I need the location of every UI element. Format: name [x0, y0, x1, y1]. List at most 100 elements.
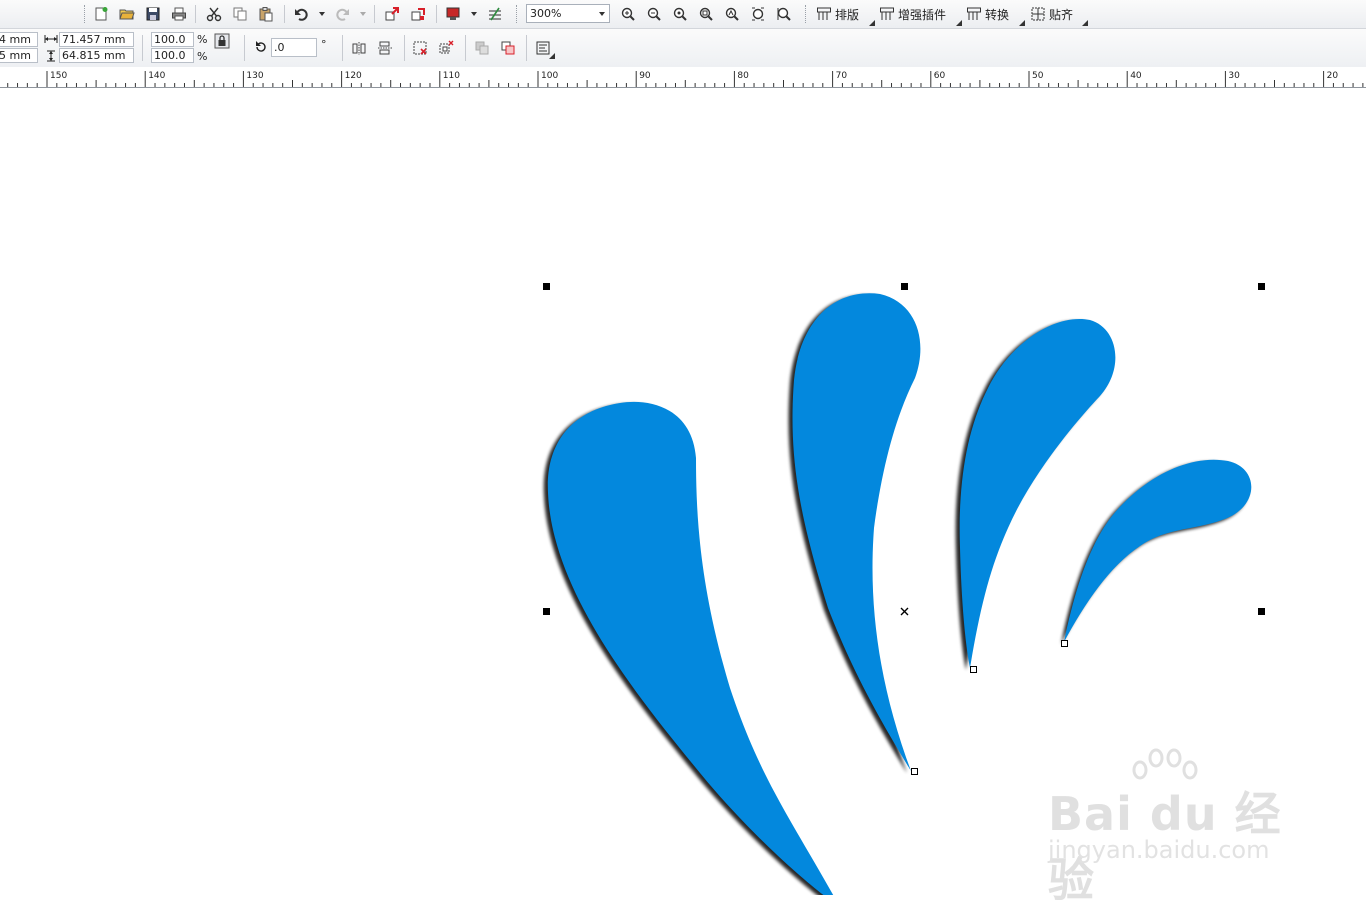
zoom-height-icon	[777, 7, 791, 21]
zoom-level-select[interactable]: 300%	[526, 4, 610, 23]
menu-corner-icon	[549, 53, 555, 59]
copy-button[interactable]	[230, 4, 250, 24]
baidu-jingyan-watermark: Bai du 经验 jingyan.baidu.com	[1044, 748, 1300, 907]
rotate-icon	[256, 41, 266, 52]
redo-button[interactable]	[332, 4, 352, 24]
save-icon	[146, 7, 160, 21]
separator	[342, 35, 343, 61]
folder-open-icon	[119, 9, 135, 20]
drop-shape-tiny[interactable]	[1064, 459, 1252, 642]
group-icon	[413, 41, 427, 55]
chevron-down-icon	[599, 12, 605, 16]
export-icon	[411, 8, 425, 21]
zoom-page-height-button[interactable]	[774, 4, 794, 24]
redo-dropdown-icon[interactable]	[360, 12, 366, 16]
selection-handle-middle-left[interactable]	[543, 608, 550, 615]
ruler-label: 60	[934, 71, 946, 81]
horizontal-ruler[interactable]: 150 140 130 120 110 100 90 80 70 60 50 40 30 20	[0, 67, 1366, 88]
ruler-label: 150	[50, 71, 67, 81]
zoom-page-width-button[interactable]	[748, 4, 768, 24]
zoom-selected-icon	[673, 7, 687, 21]
group-button[interactable]	[410, 38, 430, 58]
drawing-canvas[interactable]: Bai du 经验 jingyan.baidu.com	[0, 88, 1366, 907]
toolbar-grip[interactable]	[84, 5, 87, 23]
menu-enhance-plugins-label: 增强插件	[898, 7, 947, 22]
combine-button[interactable]	[472, 38, 492, 58]
separator	[465, 35, 466, 61]
drop-shape-medium[interactable]	[792, 293, 921, 771]
save-button[interactable]	[143, 4, 163, 24]
zoom-selected-button[interactable]	[670, 4, 690, 24]
selection-handle-top-center[interactable]	[901, 283, 908, 290]
ruler-label: 120	[345, 71, 362, 81]
zoom-page-button[interactable]	[722, 4, 742, 24]
menu-layout-label: 排版	[835, 7, 860, 22]
path-node[interactable]	[970, 666, 977, 673]
toolbar-grip[interactable]	[805, 5, 808, 23]
undo-button[interactable]	[292, 4, 312, 24]
ungroup-button[interactable]	[436, 38, 456, 58]
break-apart-icon	[501, 41, 515, 55]
rotation-angle-field[interactable]: .0	[271, 38, 317, 57]
launcher-dropdown-icon[interactable]	[471, 12, 477, 16]
ruler-label: 140	[148, 71, 165, 81]
selection-center-marker[interactable]	[900, 607, 909, 616]
mirror-vertical-button[interactable]	[375, 38, 395, 58]
drop-shape-small[interactable]	[959, 318, 1116, 668]
undo-icon	[295, 8, 308, 21]
zoom-all-objects-button[interactable]	[696, 4, 716, 24]
export-button[interactable]	[408, 4, 428, 24]
object-height-field[interactable]: 64.815 mm	[59, 48, 134, 63]
path-node[interactable]	[1061, 640, 1068, 647]
separator	[526, 35, 527, 61]
zoom-out-button[interactable]	[644, 4, 664, 24]
ruler-label: 30	[1228, 71, 1240, 81]
import-button[interactable]	[382, 4, 402, 24]
ruler-label: 70	[836, 71, 848, 81]
menu-snap[interactable]: 贴齐	[1030, 4, 1073, 24]
menu-corner-icon	[956, 20, 962, 26]
lock-ratio-button[interactable]	[213, 32, 231, 50]
scale-x-field[interactable]: 100.0	[151, 32, 194, 47]
menu-snap-label: 贴齐	[1049, 7, 1074, 22]
zoom-all-icon	[699, 7, 713, 21]
scale-y-unit: %	[197, 50, 208, 63]
menu-corner-icon	[1082, 20, 1088, 26]
application-launcher-button[interactable]	[443, 4, 463, 24]
watermark-url: jingyan.baidu.com	[1048, 836, 1270, 864]
printer-icon	[172, 7, 186, 21]
options-button[interactable]	[485, 4, 505, 24]
open-button[interactable]	[117, 4, 137, 24]
scissors-icon	[206, 7, 222, 22]
mirror-horizontal-button[interactable]	[349, 38, 369, 58]
menu-convert[interactable]: 转换	[966, 4, 1009, 24]
path-node[interactable]	[911, 768, 918, 775]
position-x-field[interactable]: 4 mm	[0, 32, 38, 47]
object-width-field[interactable]: 71.457 mm	[59, 32, 134, 47]
separator	[436, 5, 437, 23]
new-document-button[interactable]	[91, 4, 111, 24]
scale-y-field[interactable]: 100.0	[151, 48, 194, 63]
selection-handle-middle-right[interactable]	[1258, 608, 1265, 615]
cut-button[interactable]	[204, 4, 224, 24]
scale-x-unit: %	[197, 33, 208, 46]
paste-button[interactable]	[256, 4, 276, 24]
ungroup-icon	[439, 40, 454, 54]
toolbar-grip[interactable]	[516, 5, 519, 23]
scale-x-value: 100.0	[154, 33, 186, 46]
selection-handle-top-left[interactable]	[543, 283, 550, 290]
separator	[284, 5, 285, 23]
standard-toolbar: 300% 排版 增强插件 转换 贴齐	[0, 0, 1366, 29]
selection-handle-top-right[interactable]	[1258, 283, 1265, 290]
zoom-in-button[interactable]	[618, 4, 638, 24]
break-apart-button[interactable]	[498, 38, 518, 58]
layout-icon	[817, 7, 831, 20]
menu-enhance-plugins[interactable]: 增强插件	[879, 4, 946, 24]
print-button[interactable]	[169, 4, 189, 24]
undo-dropdown-icon[interactable]	[319, 12, 325, 16]
object-width-value: 71.457 mm	[62, 33, 126, 46]
redo-icon	[336, 8, 349, 21]
zoom-out-icon	[647, 7, 661, 21]
position-y-field[interactable]: 5 mm	[0, 48, 38, 63]
menu-layout[interactable]: 排版	[816, 4, 859, 24]
